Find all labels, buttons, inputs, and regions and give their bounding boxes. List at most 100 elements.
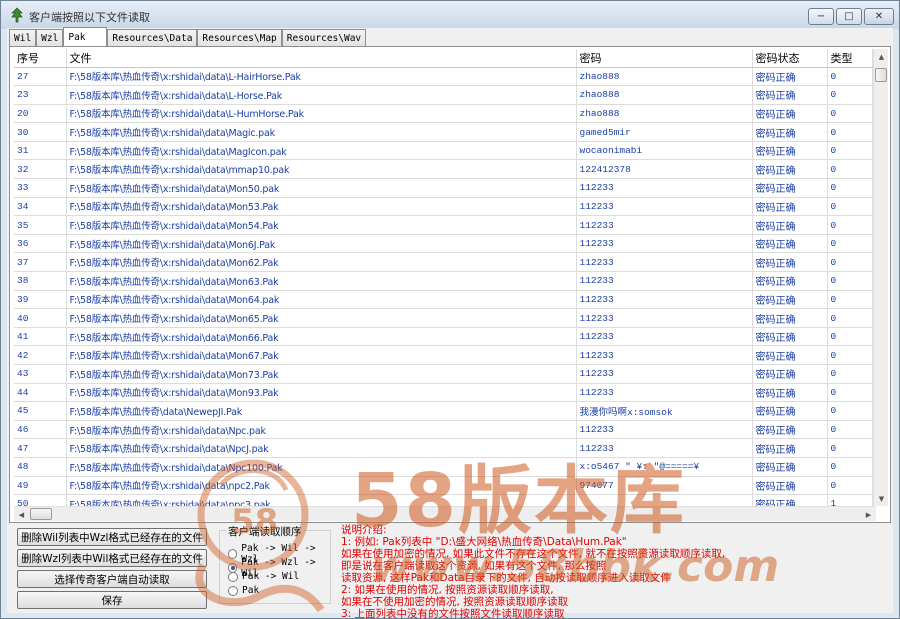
table-row[interactable]: 48 F:\58版本库\热血传奇\x:rshidai\data\Npc100.Pa… — [14, 457, 873, 477]
delete-wil-duplicates-button[interactable]: 删除Wil列表中Wzl格式已经存在的文件 — [17, 528, 207, 546]
read-order-option[interactable]: Pak — [228, 585, 259, 596]
tab-wzl[interactable]: Wzl — [36, 29, 64, 46]
row-password: 112233 — [576, 178, 753, 198]
scroll-down-icon[interactable]: ▼ — [874, 491, 889, 506]
row-status: 密码正确 — [752, 494, 828, 506]
table-row[interactable]: 32 F:\58版本库\热血传奇\x:rshidai\data\mmap10.pa… — [14, 159, 873, 180]
row-status: 密码正确 — [752, 234, 828, 254]
row-file: F:\58版本库\热血传奇\x:rshidai\data\npc3.pak — [66, 494, 577, 506]
table-row[interactable]: 44 F:\58版本库\热血传奇\x:rshidai\data\Mon93.Pak… — [14, 383, 873, 403]
column-header-status[interactable]: 密码状态 — [752, 49, 828, 68]
table-row[interactable]: 34 F:\58版本库\热血传奇\x:rshidai\data\Mon53.Pak… — [14, 197, 873, 217]
read-order-option[interactable]: Pak -> Wil — [228, 571, 299, 582]
row-type: 0 — [827, 457, 873, 477]
instruction-line: 3: 上面列表中没有的文件按照文件读取顺序读取 — [341, 608, 565, 619]
row-index: 20 — [14, 104, 67, 124]
row-password: 112233 — [576, 197, 753, 217]
row-file: F:\58版本库\热血传奇\x:rshidai\data\Mon63.Pak — [66, 271, 577, 291]
row-password: 974077 — [576, 476, 753, 496]
table-row[interactable]: 39 F:\58版本库\热血传奇\x:rshidai\data\Mon64.pak… — [14, 290, 873, 310]
file-grid[interactable]: 序号 文件 密码 密码状态 类型 27 F:\58版本库\热血传奇\x:rshid… — [14, 49, 876, 506]
row-status: 密码正确 — [752, 420, 828, 440]
tab-pak[interactable]: Pak — [63, 27, 108, 46]
horizontal-scrollbar[interactable]: ◀ ▶ — [14, 506, 876, 521]
table-row[interactable]: 23 F:\58版本库\热血传奇\x:rshidai\data\L-Horse.P… — [14, 85, 873, 105]
tab-wil[interactable]: Wil — [9, 29, 37, 46]
table-row[interactable]: 35 F:\58版本库\热血传奇\x:rshidai\data\Mon54.Pak… — [14, 215, 873, 235]
table-row[interactable]: 50 F:\58版本库\热血传奇\x:rshidai\data\npc3.pak 密… — [14, 494, 873, 506]
table-row[interactable]: 47 F:\58版本库\热血传奇\x:rshidai\data\NpcJ.pak 1… — [14, 438, 873, 458]
row-file: F:\58版本库\热血传奇\x:rshidai\data\Npc.pak — [66, 420, 577, 440]
row-password: 112233 — [576, 252, 753, 273]
row-index: 32 — [14, 159, 67, 180]
table-row[interactable]: 33 F:\58版本库\热血传奇\x:rshidai\data\Mon50.pak… — [14, 178, 873, 198]
row-index: 45 — [14, 401, 67, 421]
row-index: 36 — [14, 234, 67, 254]
row-index: 34 — [14, 197, 67, 217]
horizontal-scroll-thumb[interactable] — [30, 508, 52, 520]
vertical-scroll-thumb[interactable] — [875, 68, 887, 82]
maximize-icon: □ — [844, 10, 854, 22]
table-row[interactable]: 41 F:\58版本库\热血传奇\x:rshidai\data\Mon66.Pak… — [14, 327, 873, 347]
maximize-button[interactable]: □ — [836, 8, 862, 25]
row-index: 35 — [14, 215, 67, 235]
row-password: 112233 — [576, 420, 753, 440]
row-status: 密码正确 — [752, 159, 828, 180]
row-file: F:\58版本库\热血传奇\x:rshidai\data\Mon64.pak — [66, 290, 577, 310]
row-file: F:\58版本库\热血传奇\x:rshidai\data\Mon65.Pak — [66, 308, 577, 328]
column-header-index[interactable]: 序号 — [14, 49, 67, 68]
table-row[interactable]: 43 F:\58版本库\热血传奇\x:rshidai\data\Mon73.Pak… — [14, 364, 873, 384]
row-status: 密码正确 — [752, 345, 828, 365]
table-row[interactable]: 36 F:\58版本库\热血传奇\x:rshidai\data\Mon6J.Pak… — [14, 234, 873, 254]
scroll-right-icon[interactable]: ▶ — [861, 507, 876, 522]
table-row[interactable]: 49 F:\58版本库\热血传奇\x:rshidai\data\npc2.Pak 9… — [14, 476, 873, 496]
table-row[interactable]: 27 F:\58版本库\热血传奇\x:rshidai\data\L-HairHor… — [14, 67, 873, 87]
table-row[interactable]: 31 F:\58版本库\热血传奇\x:rshidai\data\MagIcon.p… — [14, 141, 873, 161]
instruction-line: 1: 例如: Pak列表中 "D:\盛大网络\热血传奇\Data\Hum.Pak… — [341, 536, 627, 548]
minimize-button[interactable]: − — [808, 8, 834, 25]
row-file: F:\58版本库\热血传奇\x:rshidai\data\Mon66.Pak — [66, 327, 577, 347]
row-index: 33 — [14, 178, 67, 198]
row-status: 密码正确 — [752, 197, 828, 217]
table-row[interactable]: 37 F:\58版本库\热血传奇\x:rshidai\data\Mon62.Pak… — [14, 252, 873, 273]
vertical-scrollbar[interactable]: ▲ ▼ — [873, 49, 888, 506]
radio-button[interactable] — [228, 585, 238, 596]
scroll-left-icon[interactable]: ◀ — [14, 507, 29, 522]
row-status: 密码正确 — [752, 85, 828, 105]
column-header-file[interactable]: 文件 — [66, 49, 577, 68]
table-row[interactable]: 20 F:\58版本库\热血传奇\x:rshidai\data\L-HumHors… — [14, 104, 873, 124]
row-status: 密码正确 — [752, 252, 828, 273]
instruction-line: 读取资源, 这样Pak和Data目录下的文件, 自动按读取顺序进入读取文件 — [341, 572, 671, 584]
title-bar[interactable]: 客户端按照以下文件读取 − □ ✕ — [1, 1, 899, 29]
read-order-option-label: Pak -> Wil — [242, 571, 300, 582]
table-row[interactable]: 45 F:\58版本库\热血传奇\data\NewepJI.Pak 我漫你吗啊x:s… — [14, 401, 873, 421]
row-file: F:\58版本库\热血传奇\x:rshidai\data\Mon54.Pak — [66, 215, 577, 235]
table-row[interactable]: 46 F:\58版本库\热血传奇\x:rshidai\data\Npc.pak 11… — [14, 420, 873, 440]
row-status: 密码正确 — [752, 141, 828, 161]
read-order-option-label: Pak — [242, 585, 260, 596]
table-row[interactable]: 38 F:\58版本库\热血传奇\x:rshidai\data\Mon63.Pak… — [14, 271, 873, 291]
row-password: x:o5467 " ¥: "@=====¥ — [576, 457, 753, 477]
table-row[interactable]: 40 F:\58版本库\热血传奇\x:rshidai\data\Mon65.Pak… — [14, 308, 873, 328]
column-header-type[interactable]: 类型 — [827, 49, 873, 68]
delete-wzl-duplicates-button[interactable]: 删除Wzl列表中Wil格式已经存在的文件 — [17, 549, 207, 567]
table-row[interactable]: 30 F:\58版本库\热血传奇\x:rshidai\data\Magic.pak… — [14, 122, 873, 142]
radio-button[interactable] — [228, 571, 238, 582]
row-status: 密码正确 — [752, 290, 828, 310]
tab-resources-map[interactable]: Resources\Map — [197, 29, 282, 46]
column-header-password[interactable]: 密码 — [576, 49, 753, 68]
instruction-line: 2: 如果在使用的情况, 按照资源读取顺序读取, — [341, 584, 554, 596]
scroll-up-icon[interactable]: ▲ — [874, 49, 889, 64]
row-status: 密码正确 — [752, 104, 828, 124]
row-password: 112233 — [576, 383, 753, 403]
tab-resources-data[interactable]: Resources\Data — [107, 29, 198, 46]
tree-icon — [11, 7, 23, 23]
auto-read-client-button[interactable]: 选择传奇客户端自动读取 — [17, 570, 207, 588]
close-button[interactable]: ✕ — [864, 8, 894, 25]
client-area: Wil Wzl Pak Resources\Data Resources\Map Reso… — [7, 27, 893, 619]
table-row[interactable]: 42 F:\58版本库\热血传奇\x:rshidai\data\Mon67.Pak… — [14, 345, 873, 365]
row-file: F:\58版本库\热血传奇\x:rshidai\data\Mon53.Pak — [66, 197, 577, 217]
row-type: 0 — [827, 67, 873, 87]
tab-resources-wav[interactable]: Resources\Wav — [281, 29, 367, 46]
save-button[interactable]: 保存 — [17, 591, 207, 609]
